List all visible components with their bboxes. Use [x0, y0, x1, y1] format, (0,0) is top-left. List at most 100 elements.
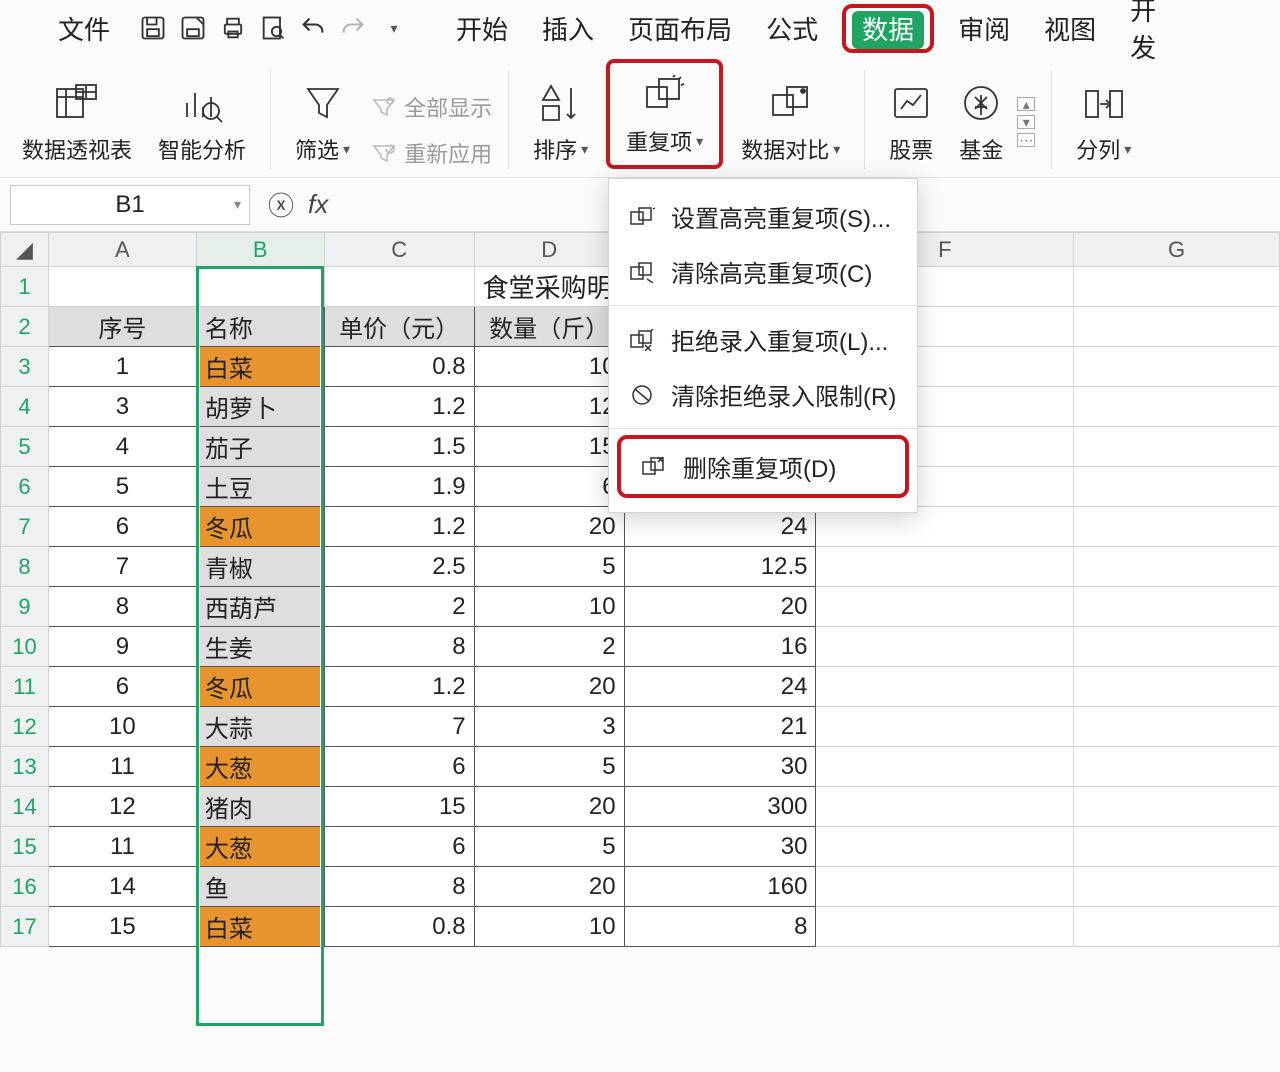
cell[interactable]: 冬瓜 — [196, 667, 324, 707]
cell[interactable] — [816, 787, 1074, 827]
cell[interactable]: 8 — [48, 587, 196, 627]
cell[interactable]: 胡萝卜 — [196, 387, 324, 427]
cell[interactable]: 5 — [474, 827, 624, 867]
cell[interactable]: 10 — [474, 587, 624, 627]
cell[interactable] — [816, 707, 1074, 747]
hamburger-icon[interactable] — [10, 11, 44, 45]
cell[interactable]: 20 — [474, 667, 624, 707]
menu-file[interactable]: 文件 — [50, 8, 118, 49]
cell[interactable]: 3 — [48, 387, 196, 427]
col-header-G[interactable]: G — [1074, 233, 1280, 267]
col-header-B[interactable]: B — [196, 233, 324, 267]
cell[interactable]: 1.2 — [324, 507, 474, 547]
tab-dev[interactable]: 开发 — [1120, 0, 1168, 69]
cell[interactable]: 30 — [624, 827, 816, 867]
tab-formula[interactable]: 公式 — [756, 6, 828, 51]
save-icon[interactable] — [136, 11, 170, 45]
cell[interactable]: 5 — [48, 467, 196, 507]
ribbon-show-all[interactable]: 全部显示 — [372, 91, 492, 123]
cell[interactable]: 4 — [48, 427, 196, 467]
cell[interactable]: 8 — [324, 627, 474, 667]
cell[interactable]: 15 — [324, 787, 474, 827]
cell[interactable]: 2.5 — [324, 547, 474, 587]
menu-clear-reject[interactable]: 清除拒绝录入限制(R) — [609, 367, 917, 422]
cell[interactable] — [1074, 347, 1280, 387]
cell[interactable] — [1074, 787, 1280, 827]
cell[interactable]: 20 — [474, 867, 624, 907]
cell[interactable]: 1 — [48, 347, 196, 387]
cell[interactable]: 西葫芦 — [196, 587, 324, 627]
cell[interactable]: 大葱 — [196, 747, 324, 787]
col-header-D[interactable]: D — [474, 233, 624, 267]
undo-icon[interactable] — [296, 11, 330, 45]
preview-icon[interactable] — [256, 11, 290, 45]
cell[interactable]: 14 — [48, 867, 196, 907]
cell[interactable]: 300 — [624, 787, 816, 827]
cell[interactable]: 白菜 — [196, 907, 324, 947]
cell[interactable]: 茄子 — [196, 427, 324, 467]
row-header[interactable]: 16 — [1, 867, 49, 907]
menu-clear-highlight-dup[interactable]: 清除高亮重复项(C) — [609, 244, 917, 299]
cell[interactable]: 1.2 — [324, 387, 474, 427]
row-header[interactable]: 4 — [1, 387, 49, 427]
cell[interactable] — [1074, 907, 1280, 947]
ribbon-datatype-more[interactable]: ▴▾⋯ — [1017, 97, 1035, 169]
cell[interactable]: 11 — [48, 747, 196, 787]
cell[interactable]: 6 — [48, 667, 196, 707]
cell[interactable] — [816, 867, 1074, 907]
ribbon-duplicates[interactable]: 重复项 — [618, 67, 711, 161]
row-header[interactable]: 1 — [1, 267, 49, 307]
row-header[interactable]: 3 — [1, 347, 49, 387]
row-header[interactable]: 10 — [1, 627, 49, 667]
ribbon-text-to-columns[interactable]: 分列 — [1068, 75, 1139, 169]
row-header[interactable]: 9 — [1, 587, 49, 627]
row-header[interactable]: 6 — [1, 467, 49, 507]
cell[interactable] — [1074, 507, 1280, 547]
name-box[interactable]: B1 — [10, 185, 250, 225]
cell[interactable]: 6 — [324, 747, 474, 787]
cell[interactable]: 6 — [48, 507, 196, 547]
cell[interactable]: 5 — [474, 747, 624, 787]
cell[interactable]: 6 — [324, 827, 474, 867]
cell[interactable]: 青椒 — [196, 547, 324, 587]
cell[interactable]: 10 — [474, 907, 624, 947]
ribbon-filter[interactable]: 筛选 — [287, 75, 358, 169]
cell[interactable]: 6 — [474, 467, 624, 507]
row-header[interactable]: 14 — [1, 787, 49, 827]
ribbon-reapply[interactable]: 重新应用 — [372, 137, 492, 169]
ribbon-pivot[interactable]: 数据透视表 — [14, 75, 140, 169]
cell[interactable] — [1074, 427, 1280, 467]
cell[interactable] — [1074, 867, 1280, 907]
cell[interactable]: 10 — [474, 347, 624, 387]
tab-view[interactable]: 视图 — [1034, 6, 1106, 51]
row-header[interactable]: 5 — [1, 427, 49, 467]
ribbon-sort[interactable]: 排序 — [525, 75, 596, 169]
cell[interactable]: 15 — [48, 907, 196, 947]
cell[interactable] — [1074, 587, 1280, 627]
cell[interactable]: 21 — [624, 707, 816, 747]
menu-set-highlight-dup[interactable]: 设置高亮重复项(S)... — [609, 189, 917, 244]
cell[interactable]: 12 — [48, 787, 196, 827]
cell[interactable]: 冬瓜 — [196, 507, 324, 547]
cell[interactable]: 160 — [624, 867, 816, 907]
cell[interactable]: 20 — [474, 507, 624, 547]
cell[interactable] — [1074, 827, 1280, 867]
cell[interactable]: 7 — [324, 707, 474, 747]
row-header[interactable]: 12 — [1, 707, 49, 747]
cell[interactable]: 2 — [474, 627, 624, 667]
tab-review[interactable]: 审阅 — [948, 6, 1020, 51]
cell[interactable]: 猪肉 — [196, 787, 324, 827]
row-header[interactable]: 13 — [1, 747, 49, 787]
tab-layout[interactable]: 页面布局 — [618, 6, 742, 51]
cell[interactable]: 11 — [48, 827, 196, 867]
tab-data[interactable]: 数据 — [852, 11, 924, 49]
menu-delete-dup[interactable]: 删除重复项(D) — [617, 435, 909, 498]
row-header[interactable]: 11 — [1, 667, 49, 707]
cell[interactable]: 20 — [474, 787, 624, 827]
save-as-icon[interactable] — [176, 11, 210, 45]
cell[interactable] — [816, 907, 1074, 947]
cell[interactable] — [816, 747, 1074, 787]
cell[interactable] — [1074, 667, 1280, 707]
fx-icon[interactable]: fx — [308, 189, 328, 220]
cell[interactable] — [1074, 627, 1280, 667]
